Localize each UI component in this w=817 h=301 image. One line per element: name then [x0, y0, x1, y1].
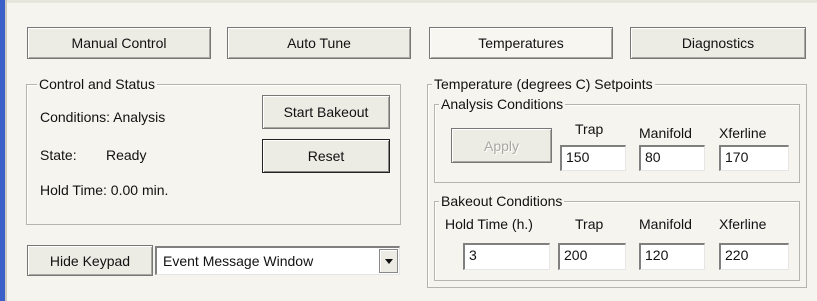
manual-control-label: Manual Control [71, 35, 167, 51]
manual-control-button[interactable]: Manual Control [27, 27, 211, 59]
analysis-col-trap: Trap [575, 121, 604, 137]
diagnostics-label: Diagnostics [681, 35, 755, 51]
state-value: Ready [106, 147, 147, 163]
diagnostics-button[interactable]: Diagnostics [630, 27, 806, 59]
state-label: State: [40, 147, 77, 163]
analysis-manifold-field[interactable]: 80 [639, 145, 705, 171]
start-bakeout-label: Start Bakeout [283, 104, 369, 120]
bakeout-conditions-legend: Bakeout Conditions [439, 193, 565, 209]
window-top-edge [0, 0, 817, 3]
temperatures-button[interactable]: Temperatures [429, 27, 613, 59]
bakeout-col-xferline: Xferline [719, 216, 767, 232]
hide-keypad-button[interactable]: Hide Keypad [27, 245, 153, 276]
reset-button[interactable]: Reset [262, 139, 390, 173]
auto-tune-button[interactable]: Auto Tune [227, 27, 411, 59]
window-select-value: Event Message Window [163, 253, 314, 269]
chevron-down-icon [384, 258, 393, 264]
window-left-bevel [5, 0, 7, 301]
analysis-xferline-field[interactable]: 170 [719, 145, 789, 171]
bakeout-trap-field[interactable]: 200 [558, 243, 626, 270]
analysis-col-manifold: Manifold [639, 125, 692, 141]
temperatures-label: Temperatures [478, 35, 564, 51]
hold-time-label: Hold Time: 0.00 min. [40, 182, 169, 198]
window-select[interactable]: Event Message Window [155, 246, 400, 275]
reset-label: Reset [307, 148, 345, 164]
conditions-label: Conditions: Analysis [40, 109, 166, 125]
dropdown-arrow-button[interactable] [379, 249, 398, 273]
analysis-conditions-legend: Analysis Conditions [439, 96, 566, 112]
bakeout-hold-time-field[interactable]: 3 [463, 243, 550, 270]
control-status-legend: Control and Status [37, 76, 157, 92]
apply-button[interactable]: Apply [451, 128, 552, 163]
auto-tune-label: Auto Tune [287, 35, 351, 51]
bakeout-col-trap: Trap [575, 216, 604, 232]
analysis-col-xferline: Xferline [719, 125, 767, 141]
bakeout-xferline-field[interactable]: 220 [719, 243, 789, 270]
start-bakeout-button[interactable]: Start Bakeout [262, 95, 390, 129]
hide-keypad-label: Hide Keypad [49, 252, 131, 269]
bakeout-col-hold-time: Hold Time (h.) [445, 216, 533, 232]
setpoints-legend: Temperature (degrees C) Setpoints [432, 76, 655, 92]
bakeout-col-manifold: Manifold [639, 216, 692, 232]
bakeout-manifold-field[interactable]: 120 [639, 243, 705, 270]
apply-label: Apply [483, 137, 520, 154]
analysis-trap-field[interactable]: 150 [560, 145, 626, 171]
